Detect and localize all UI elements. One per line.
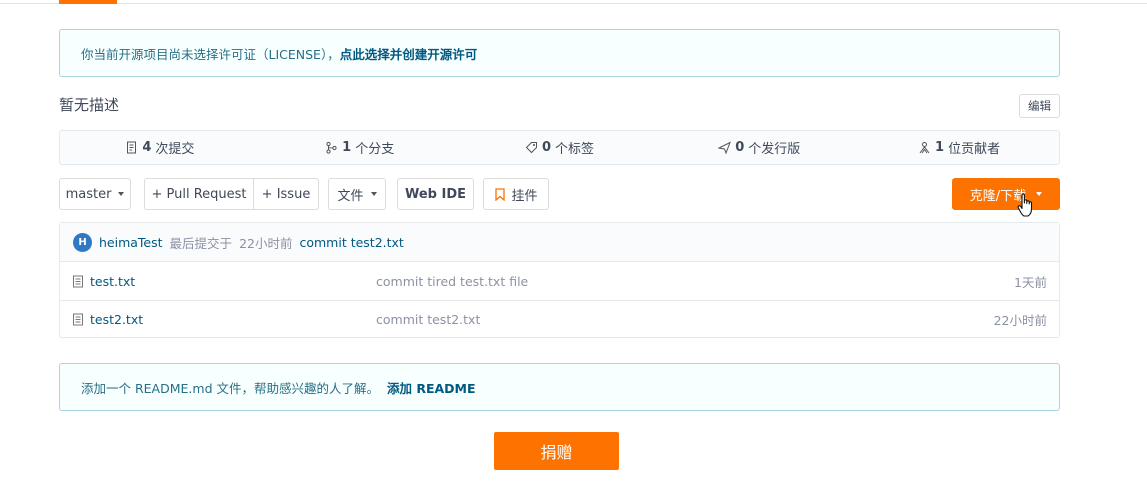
branches-label: 个分支 [355, 142, 395, 157]
repo-description: 暂无描述 [59, 96, 120, 114]
file-commit-time: 22小时前 [993, 313, 1047, 328]
branches-count: 1 [342, 140, 352, 155]
contributors-label: 位贡献者 [948, 142, 1001, 157]
tags-count: 0 [541, 140, 551, 155]
releases-count: 0 [735, 140, 745, 155]
file-icon [73, 313, 83, 326]
readme-notice: 添加一个 README.md 文件，帮助感兴趣的人了解。 添加 README [59, 363, 1060, 411]
contributors-icon [919, 142, 930, 154]
tags-label: 个标签 [555, 142, 595, 157]
web-ide-button[interactable]: Web IDE [397, 178, 474, 210]
commit-message-link[interactable]: commit test2.txt [299, 235, 403, 250]
stat-tags[interactable]: 0 个标签 [460, 138, 660, 157]
file-link[interactable]: test2.txt [72, 312, 143, 327]
branch-icon [326, 141, 337, 154]
commits-count: 4 [142, 140, 152, 155]
list-item: test.txt commit tired test.txt file 1天前 [60, 262, 1059, 300]
stat-branches[interactable]: 1 个分支 [260, 138, 460, 157]
issue-label: + Issue [261, 186, 311, 202]
file-name: test2.txt [90, 312, 144, 327]
files-dropdown[interactable]: 文件 [328, 178, 386, 210]
edit-description-button[interactable]: 编辑 [1019, 94, 1060, 118]
file-name: test.txt [90, 273, 136, 289]
bookmark-icon [495, 187, 506, 201]
add-readme-link[interactable]: 添加 README [387, 378, 476, 397]
chevron-down-icon [1036, 192, 1043, 196]
stat-contributors[interactable]: 1 位贡献者 [859, 138, 1059, 157]
file-commit-message[interactable]: commit tired test.txt file [376, 274, 528, 289]
commit-icon [127, 141, 137, 154]
hand-cursor-icon [1017, 193, 1033, 217]
list-item: test2.txt commit test2.txt 22小时前 [60, 300, 1059, 338]
chevron-down-icon [370, 192, 377, 196]
repo-toolbar: master + Pull Request + Issue 文件 Web IDE… [59, 178, 1060, 210]
widget-button[interactable]: 挂件 [483, 178, 549, 210]
avatar[interactable]: H [73, 232, 92, 252]
releases-label: 个发行版 [748, 142, 801, 157]
pull-request-button[interactable]: + Pull Request [144, 178, 254, 210]
files-dropdown-label: 文件 [337, 188, 364, 204]
branch-select[interactable]: master [59, 178, 131, 210]
commit-author[interactable]: heimaTest [99, 235, 163, 250]
file-icon [73, 275, 83, 287]
issue-button[interactable]: + Issue [253, 178, 319, 210]
file-link[interactable]: test.txt [72, 274, 135, 289]
commit-prefix: 最后提交于 [169, 235, 233, 251]
repo-stats-bar: 4 次提交 1 个分支 0 个标签 0 个发行版 1 位贡献者 [59, 130, 1060, 165]
release-icon [718, 141, 732, 154]
chevron-down-icon [118, 192, 125, 196]
branch-select-label: master [65, 186, 112, 202]
active-tab-indicator [59, 0, 117, 4]
create-license-link[interactable]: 点此选择并创建开源许可 [340, 44, 478, 63]
clone-download-button[interactable]: 克隆/下载 [952, 178, 1060, 210]
tag-icon [525, 142, 537, 154]
stat-releases[interactable]: 0 个发行版 [659, 138, 859, 157]
top-tab-bar [0, 0, 1147, 4]
commits-label: 次提交 [155, 142, 195, 157]
contributors-count: 1 [935, 140, 945, 155]
license-notice: 你当前开源项目尚未选择许可证（LICENSE）， 点此选择并创建开源许可 [59, 29, 1060, 77]
commit-time: 22小时前 [239, 235, 293, 251]
pull-request-label: + Pull Request [151, 186, 247, 202]
license-notice-text: 你当前开源项目尚未选择许可证（LICENSE）， [81, 46, 340, 62]
donate-button[interactable]: 捐赠 [494, 432, 619, 470]
widget-label: 挂件 [511, 188, 538, 204]
file-list: H heimaTest 最后提交于 22小时前 commit test2.txt… [59, 222, 1060, 338]
file-commit-time: 1天前 [1014, 274, 1047, 290]
last-commit-bar: H heimaTest 最后提交于 22小时前 commit test2.txt [60, 223, 1059, 262]
file-commit-message[interactable]: commit test2.txt [376, 312, 480, 327]
readme-notice-text: 添加一个 README.md 文件，帮助感兴趣的人了解。 [81, 380, 379, 396]
stat-commits[interactable]: 4 次提交 [60, 138, 260, 157]
web-ide-label: Web IDE [404, 186, 467, 202]
